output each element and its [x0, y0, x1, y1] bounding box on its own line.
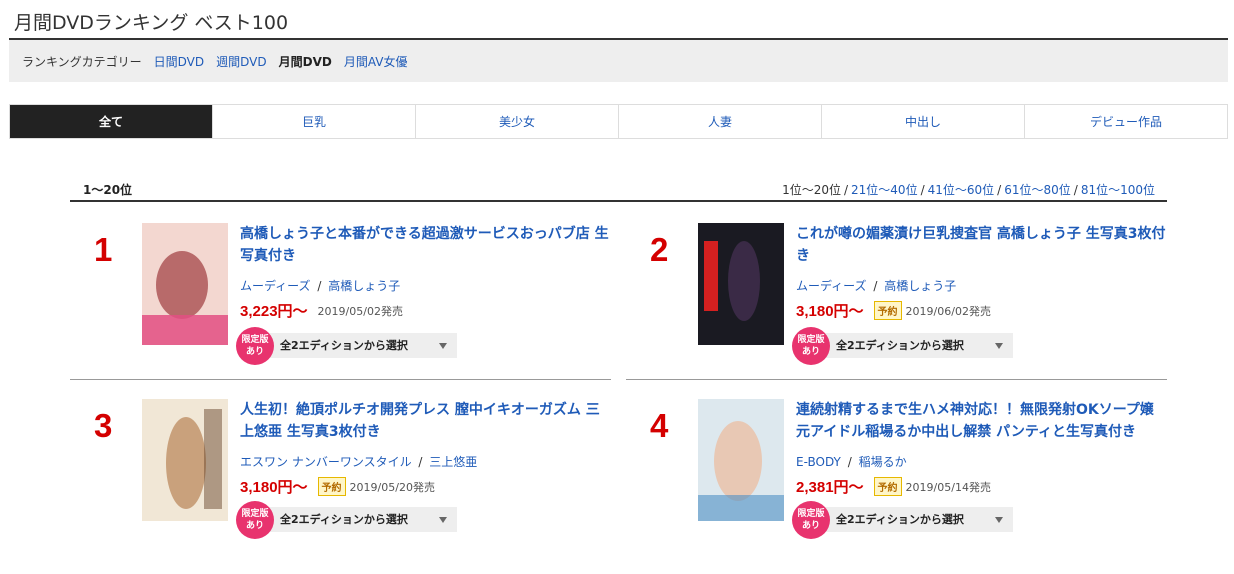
tab-debut[interactable]: デビュー作品	[1024, 105, 1227, 138]
limited-edition-badge: 限定版 あり	[236, 327, 274, 365]
chevron-down-icon	[995, 517, 1003, 523]
price: 2,381円〜	[796, 479, 864, 496]
release-date: 2019/05/14発売	[905, 480, 991, 494]
range-nav-current: 1位〜20位	[782, 183, 841, 197]
tab-big-breasts[interactable]: 巨乳	[212, 105, 415, 138]
preorder-badge: 予約	[873, 477, 902, 496]
edition-select[interactable]: 全2エディションから選択	[266, 333, 457, 358]
edition-select-label: 全2エディションから選択	[836, 339, 964, 352]
edition-select-label: 全2エディションから選択	[280, 513, 408, 526]
category-link-monthly-actress[interactable]: 月間AV女優	[344, 53, 408, 70]
range-separator: /	[843, 183, 849, 197]
meta-separator: /	[418, 455, 423, 469]
ranking-category-bar: ランキングカテゴリー 日間DVD 週間DVD 月間DVD 月間AV女優	[9, 40, 1228, 82]
product-meta: ムーディーズ / 高橋しょう子	[240, 277, 611, 294]
cover-art-icon	[698, 223, 784, 345]
chevron-down-icon	[439, 343, 447, 349]
maker-link[interactable]: ムーディーズ	[796, 279, 867, 293]
product-cover-image[interactable]	[142, 399, 228, 521]
price: 3,180円〜	[240, 479, 308, 496]
maker-link[interactable]: エスワン ナンバーワンスタイル	[240, 455, 412, 469]
chevron-down-icon	[439, 517, 447, 523]
item-divider	[70, 379, 611, 380]
range-nav: 1位〜20位/21位〜40位/41位〜60位/61位〜80位/81位〜100位	[782, 181, 1155, 198]
meta-separator: /	[847, 455, 852, 469]
rank-number: 3	[94, 407, 113, 444]
product-title-link[interactable]: 連続射精するまで生ハメ神対応！！無限発射OKソープ嬢 元アイドル稲場るか中出し解…	[796, 399, 1167, 443]
meta-separator: /	[873, 279, 878, 293]
release-date: 2019/06/02発売	[905, 304, 991, 318]
edition-selector: 限定版 あり 全2エディションから選択	[792, 501, 1167, 539]
range-link-21-40[interactable]: 21位〜40位	[851, 183, 918, 197]
maker-link[interactable]: ムーディーズ	[240, 279, 311, 293]
range-link-41-60[interactable]: 41位〜60位	[928, 183, 995, 197]
rank-number: 2	[650, 231, 669, 268]
item-divider	[626, 379, 1167, 380]
preorder-badge: 予約	[873, 301, 902, 320]
range-link-61-80[interactable]: 61位〜80位	[1004, 183, 1071, 197]
ranking-category-label: ランキングカテゴリー	[22, 54, 142, 69]
edition-select-label: 全2エディションから選択	[280, 339, 408, 352]
rank-number: 1	[94, 231, 113, 268]
release-date: 2019/05/02発売	[317, 304, 403, 318]
product-meta: E-BODY / 稲場るか	[796, 453, 1167, 470]
release-date: 2019/05/20発売	[349, 480, 435, 494]
genre-tabs: 全て 巨乳 美少女 人妻 中出し デビュー作品	[9, 104, 1228, 139]
actress-link[interactable]: 三上悠亜	[429, 455, 477, 469]
tab-beautiful-girl[interactable]: 美少女	[415, 105, 618, 138]
product-cover-image[interactable]	[698, 223, 784, 345]
range-separator: /	[920, 183, 925, 197]
range-separator: /	[1073, 183, 1078, 197]
price: 3,223円〜	[240, 303, 308, 320]
product-cover-image[interactable]	[698, 399, 784, 521]
range-link-81-100[interactable]: 81位〜100位	[1081, 183, 1155, 197]
range-separator: /	[997, 183, 1002, 197]
edition-select-label: 全2エディションから選択	[836, 513, 964, 526]
category-link-daily-dvd[interactable]: 日間DVD	[154, 53, 204, 70]
edition-select[interactable]: 全2エディションから選択	[822, 507, 1013, 532]
meta-separator: /	[317, 279, 322, 293]
edition-selector: 限定版 あり 全2エディションから選択	[236, 501, 611, 539]
maker-link[interactable]: E-BODY	[796, 455, 841, 469]
product-cover-image[interactable]	[142, 223, 228, 345]
edition-selector: 限定版 あり 全2エディションから選択	[236, 327, 611, 365]
chevron-down-icon	[995, 343, 1003, 349]
limited-edition-badge: 限定版 あり	[792, 327, 830, 365]
product-title-link[interactable]: 高橋しょう子と本番ができる超過激サービスおっパブ店 生写真付き	[240, 223, 611, 267]
tab-creampie[interactable]: 中出し	[821, 105, 1024, 138]
product-meta: ムーディーズ / 高橋しょう子	[796, 277, 1167, 294]
price: 3,180円〜	[796, 303, 864, 320]
actress-link[interactable]: 高橋しょう子	[884, 279, 956, 293]
limited-edition-badge: 限定版 あり	[792, 501, 830, 539]
tab-married-woman[interactable]: 人妻	[618, 105, 821, 138]
cover-art-icon	[142, 399, 228, 521]
range-bar: 1〜20位 1位〜20位/21位〜40位/41位〜60位/61位〜80位/81位…	[70, 176, 1167, 202]
range-current: 1〜20位	[83, 183, 133, 197]
actress-link[interactable]: 稲場るか	[859, 455, 907, 469]
rank-number: 4	[650, 407, 669, 444]
cover-art-icon	[142, 223, 228, 345]
edition-select[interactable]: 全2エディションから選択	[266, 507, 457, 532]
category-current-monthly-dvd: 月間DVD	[278, 54, 332, 69]
actress-link[interactable]: 高橋しょう子	[328, 279, 400, 293]
product-title-link[interactable]: これが噂の媚薬漬け巨乳捜査官 高橋しょう子 生写真3枚付き	[796, 223, 1167, 267]
limited-edition-badge: 限定版 あり	[236, 501, 274, 539]
category-link-weekly-dvd[interactable]: 週間DVD	[216, 53, 266, 70]
product-meta: エスワン ナンバーワンスタイル / 三上悠亜	[240, 453, 611, 470]
cover-art-icon	[698, 399, 784, 521]
page-title: 月間DVDランキング ベスト100	[14, 12, 289, 34]
edition-select[interactable]: 全2エディションから選択	[822, 333, 1013, 358]
preorder-badge: 予約	[317, 477, 346, 496]
product-title-link[interactable]: 人生初！絶頂ポルチオ開発プレス 膣中イキオーガズム 三上悠亜 生写真3枚付き	[240, 399, 611, 443]
tab-all[interactable]: 全て	[10, 105, 212, 138]
edition-selector: 限定版 あり 全2エディションから選択	[792, 327, 1167, 365]
